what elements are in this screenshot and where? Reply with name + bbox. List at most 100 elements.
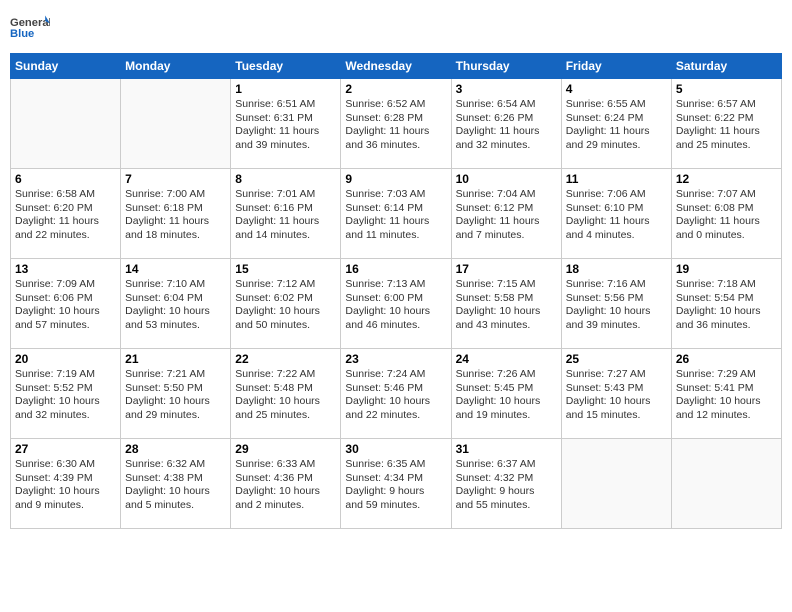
calendar-cell: 7 Sunrise: 7:00 AM Sunset: 6:18 PM Daylig… (121, 169, 231, 259)
calendar-cell: 31Sunrise: 6:37 AM Sunset: 4:32 PM Dayli… (451, 439, 561, 529)
day-info: Sunrise: 6:55 AM Sunset: 6:24 PM Dayligh… (566, 98, 667, 153)
day-number: 9 (345, 172, 446, 186)
calendar-cell (561, 439, 671, 529)
day-info: Sunrise: 7:16 AM Sunset: 5:56 PM Dayligh… (566, 278, 667, 333)
calendar-cell: 29 Sunrise: 6:33 AM Sunset: 4:36 PM Dayli… (231, 439, 341, 529)
calendar-table: SundayMondayTuesdayWednesdayThursdayFrid… (10, 53, 782, 529)
day-number: 24 (456, 352, 557, 366)
day-number: 26 (676, 352, 777, 366)
calendar-cell: 18 Sunrise: 7:16 AM Sunset: 5:56 PM Dayli… (561, 259, 671, 349)
calendar-week-row: 13Sunrise: 7:09 AM Sunset: 6:06 PM Dayli… (11, 259, 782, 349)
day-info: Sunrise: 6:54 AM Sunset: 6:26 PM Dayligh… (456, 98, 557, 153)
calendar-cell: 9 Sunrise: 7:03 AM Sunset: 6:14 PM Daylig… (341, 169, 451, 259)
calendar-cell (671, 439, 781, 529)
calendar-cell: 1 Sunrise: 6:51 AM Sunset: 6:31 PM Daylig… (231, 79, 341, 169)
calendar-cell: 21 Sunrise: 7:21 AM Sunset: 5:50 PM Dayli… (121, 349, 231, 439)
calendar-cell: 25Sunrise: 7:27 AM Sunset: 5:43 PM Dayli… (561, 349, 671, 439)
day-header-friday: Friday (561, 54, 671, 79)
calendar-header-row: SundayMondayTuesdayWednesdayThursdayFrid… (11, 54, 782, 79)
svg-text:Blue: Blue (10, 28, 34, 40)
day-number: 18 (566, 262, 667, 276)
day-number: 15 (235, 262, 336, 276)
day-number: 13 (15, 262, 116, 276)
calendar-cell: 11Sunrise: 7:06 AM Sunset: 6:10 PM Dayli… (561, 169, 671, 259)
day-info: Sunrise: 7:22 AM Sunset: 5:48 PM Dayligh… (235, 368, 336, 423)
calendar-cell: 20 Sunrise: 7:19 AM Sunset: 5:52 PM Dayli… (11, 349, 121, 439)
day-info: Sunrise: 6:32 AM Sunset: 4:38 PM Dayligh… (125, 458, 226, 513)
day-info: Sunrise: 6:30 AM Sunset: 4:39 PM Dayligh… (15, 458, 116, 513)
day-info: Sunrise: 7:00 AM Sunset: 6:18 PM Dayligh… (125, 188, 226, 243)
day-number: 22 (235, 352, 336, 366)
day-number: 20 (15, 352, 116, 366)
day-header-tuesday: Tuesday (231, 54, 341, 79)
day-header-sunday: Sunday (11, 54, 121, 79)
day-number: 14 (125, 262, 226, 276)
calendar-cell: 4 Sunrise: 6:55 AM Sunset: 6:24 PM Daylig… (561, 79, 671, 169)
day-header-wednesday: Wednesday (341, 54, 451, 79)
calendar-cell: 22 Sunrise: 7:22 AM Sunset: 5:48 PM Dayli… (231, 349, 341, 439)
calendar-cell: 3 Sunrise: 6:54 AM Sunset: 6:26 PM Daylig… (451, 79, 561, 169)
logo: General Blue (10, 10, 52, 45)
day-info: Sunrise: 7:06 AM Sunset: 6:10 PM Dayligh… (566, 188, 667, 243)
day-info: Sunrise: 7:24 AM Sunset: 5:46 PM Dayligh… (345, 368, 446, 423)
day-number: 3 (456, 82, 557, 96)
calendar-week-row: 20 Sunrise: 7:19 AM Sunset: 5:52 PM Dayli… (11, 349, 782, 439)
day-number: 28 (125, 442, 226, 456)
day-info: Sunrise: 7:21 AM Sunset: 5:50 PM Dayligh… (125, 368, 226, 423)
day-number: 7 (125, 172, 226, 186)
day-number: 12 (676, 172, 777, 186)
day-info: Sunrise: 7:18 AM Sunset: 5:54 PM Dayligh… (676, 278, 777, 333)
calendar-cell: 26Sunrise: 7:29 AM Sunset: 5:41 PM Dayli… (671, 349, 781, 439)
day-info: Sunrise: 6:57 AM Sunset: 6:22 PM Dayligh… (676, 98, 777, 153)
day-info: Sunrise: 7:07 AM Sunset: 6:08 PM Dayligh… (676, 188, 777, 243)
day-info: Sunrise: 6:52 AM Sunset: 6:28 PM Dayligh… (345, 98, 446, 153)
calendar-cell (11, 79, 121, 169)
calendar-cell: 10 Sunrise: 7:04 AM Sunset: 6:12 PM Dayli… (451, 169, 561, 259)
calendar-cell: 16Sunrise: 7:13 AM Sunset: 6:00 PM Dayli… (341, 259, 451, 349)
day-info: Sunrise: 7:19 AM Sunset: 5:52 PM Dayligh… (15, 368, 116, 423)
day-header-saturday: Saturday (671, 54, 781, 79)
calendar-cell: 6Sunrise: 6:58 AM Sunset: 6:20 PM Daylig… (11, 169, 121, 259)
day-header-monday: Monday (121, 54, 231, 79)
calendar-cell: 15 Sunrise: 7:12 AM Sunset: 6:02 PM Dayli… (231, 259, 341, 349)
day-number: 4 (566, 82, 667, 96)
day-info: Sunrise: 6:37 AM Sunset: 4:32 PM Dayligh… (456, 458, 557, 513)
day-info: Sunrise: 7:26 AM Sunset: 5:45 PM Dayligh… (456, 368, 557, 423)
day-info: Sunrise: 7:12 AM Sunset: 6:02 PM Dayligh… (235, 278, 336, 333)
calendar-cell: 2 Sunrise: 6:52 AM Sunset: 6:28 PM Daylig… (341, 79, 451, 169)
day-info: Sunrise: 6:33 AM Sunset: 4:36 PM Dayligh… (235, 458, 336, 513)
day-info: Sunrise: 7:10 AM Sunset: 6:04 PM Dayligh… (125, 278, 226, 333)
day-number: 21 (125, 352, 226, 366)
day-number: 10 (456, 172, 557, 186)
day-info: Sunrise: 7:04 AM Sunset: 6:12 PM Dayligh… (456, 188, 557, 243)
day-number: 29 (235, 442, 336, 456)
calendar-cell: 30 Sunrise: 6:35 AM Sunset: 4:34 PM Dayli… (341, 439, 451, 529)
calendar-week-row: 1 Sunrise: 6:51 AM Sunset: 6:31 PM Daylig… (11, 79, 782, 169)
calendar-cell: 5 Sunrise: 6:57 AM Sunset: 6:22 PM Daylig… (671, 79, 781, 169)
svg-text:General: General (10, 17, 50, 29)
calendar-cell: 8Sunrise: 7:01 AM Sunset: 6:16 PM Daylig… (231, 169, 341, 259)
calendar-cell: 27 Sunrise: 6:30 AM Sunset: 4:39 PM Dayli… (11, 439, 121, 529)
day-info: Sunrise: 7:03 AM Sunset: 6:14 PM Dayligh… (345, 188, 446, 243)
calendar-week-row: 27 Sunrise: 6:30 AM Sunset: 4:39 PM Dayli… (11, 439, 782, 529)
day-info: Sunrise: 6:58 AM Sunset: 6:20 PM Dayligh… (15, 188, 116, 243)
day-number: 5 (676, 82, 777, 96)
day-info: Sunrise: 7:15 AM Sunset: 5:58 PM Dayligh… (456, 278, 557, 333)
day-number: 27 (15, 442, 116, 456)
day-header-thursday: Thursday (451, 54, 561, 79)
day-info: Sunrise: 6:35 AM Sunset: 4:34 PM Dayligh… (345, 458, 446, 513)
day-info: Sunrise: 7:01 AM Sunset: 6:16 PM Dayligh… (235, 188, 336, 243)
generalblue-icon: General Blue (10, 10, 50, 45)
day-info: Sunrise: 7:13 AM Sunset: 6:00 PM Dayligh… (345, 278, 446, 333)
calendar-cell: 13Sunrise: 7:09 AM Sunset: 6:06 PM Dayli… (11, 259, 121, 349)
calendar-cell: 23Sunrise: 7:24 AM Sunset: 5:46 PM Dayli… (341, 349, 451, 439)
day-info: Sunrise: 6:51 AM Sunset: 6:31 PM Dayligh… (235, 98, 336, 153)
day-number: 30 (345, 442, 446, 456)
calendar-cell: 12 Sunrise: 7:07 AM Sunset: 6:08 PM Dayli… (671, 169, 781, 259)
day-number: 19 (676, 262, 777, 276)
calendar-cell: 14 Sunrise: 7:10 AM Sunset: 6:04 PM Dayli… (121, 259, 231, 349)
day-number: 2 (345, 82, 446, 96)
day-number: 17 (456, 262, 557, 276)
calendar-week-row: 6Sunrise: 6:58 AM Sunset: 6:20 PM Daylig… (11, 169, 782, 259)
day-number: 1 (235, 82, 336, 96)
